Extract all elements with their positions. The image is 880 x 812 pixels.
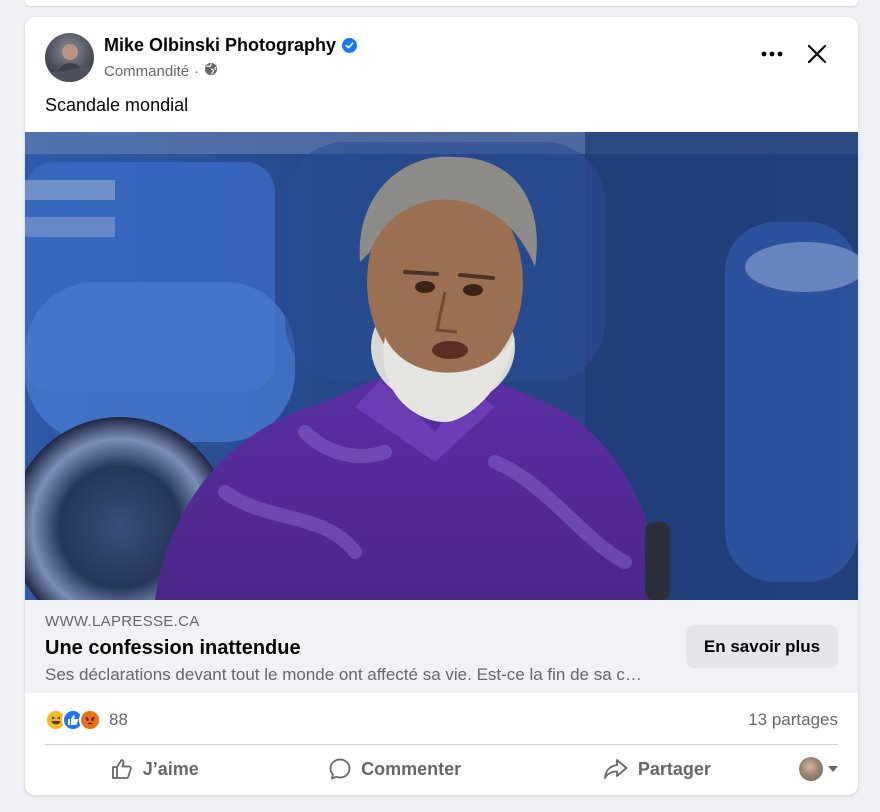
chevron-down-icon	[828, 766, 838, 772]
link-headline[interactable]: Une confession inattendue	[45, 637, 301, 660]
meta-separator: ·	[194, 62, 200, 80]
react-as-selector[interactable]	[788, 757, 838, 781]
link-preview[interactable]: WWW.LAPRESSE.CA Une confession inattendu…	[25, 600, 858, 693]
close-icon	[807, 44, 827, 64]
ad-image[interactable]	[25, 132, 858, 600]
post-meta: Commandité ·	[104, 62, 218, 80]
person-silhouette-icon	[47, 44, 92, 82]
post-actions: J’aime Commenter Partager	[45, 747, 838, 791]
reactions-summary[interactable]: 88	[45, 709, 128, 731]
sponsored-post-card: Mike Olbinski Photography Commandité · S…	[25, 17, 858, 795]
previous-post-edge	[25, 0, 858, 6]
link-domain: WWW.LAPRESSE.CA	[45, 613, 200, 630]
angry-icon	[79, 709, 101, 731]
page-name-link[interactable]: Mike Olbinski Photography	[104, 35, 336, 56]
reaction-count: 88	[109, 710, 128, 729]
sponsored-label[interactable]: Commandité	[104, 63, 189, 80]
more-options-button[interactable]	[755, 37, 789, 71]
page-name-row: Mike Olbinski Photography	[104, 35, 358, 56]
share-count[interactable]: 13 partages	[748, 710, 838, 730]
like-button[interactable]: J’aime	[45, 747, 264, 791]
globe-icon	[204, 62, 218, 80]
comment-bubble-icon	[329, 758, 351, 780]
post-caption: Scandale mondial	[45, 95, 189, 115]
hide-post-button[interactable]	[800, 37, 834, 71]
comment-label: Commenter	[361, 758, 462, 779]
comment-button[interactable]: Commenter	[264, 747, 526, 791]
thumbs-up-icon	[111, 759, 132, 779]
share-arrow-icon	[603, 759, 628, 779]
page-avatar[interactable]	[45, 33, 94, 82]
link-description: Ses déclarations devant tout le monde on…	[45, 665, 650, 684]
share-button[interactable]: Partager	[526, 747, 788, 791]
share-label: Partager	[637, 758, 711, 779]
user-avatar	[799, 757, 823, 781]
actions-divider	[45, 744, 838, 745]
ad-photo	[25, 132, 858, 600]
like-label: J’aime	[142, 758, 199, 779]
more-dots-icon	[761, 51, 783, 57]
verified-badge-icon	[342, 38, 358, 53]
engagement-stats: 88 13 partages	[45, 703, 838, 737]
post-header: Mike Olbinski Photography Commandité ·	[25, 17, 858, 87]
learn-more-button[interactable]: En savoir plus	[686, 625, 838, 668]
